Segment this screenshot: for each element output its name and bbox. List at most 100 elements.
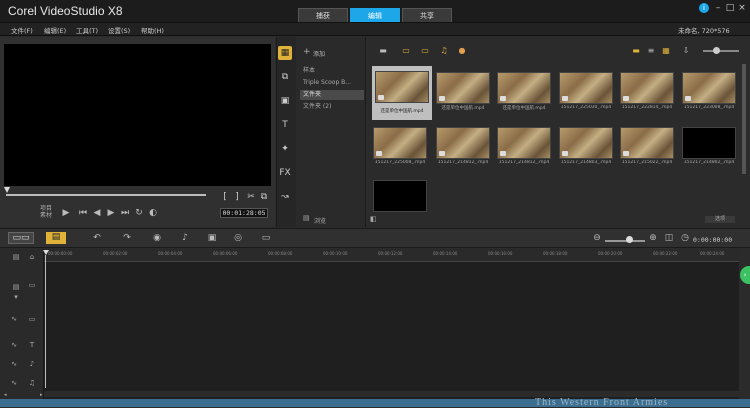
end-icon[interactable]: ⏭ [119,208,131,218]
timeline-zoom-slider[interactable] [605,240,645,242]
timeline-tracks[interactable] [44,262,739,399]
media-thumbnail[interactable]: 还是单位中国航.mp4 [497,72,551,112]
photo-filter-icon[interactable]: ▭ [419,46,431,56]
maximize-icon[interactable]: □ [724,3,736,13]
next-icon[interactable]: ▶ [105,208,117,218]
mode-project-label[interactable]: 项目 [40,205,52,212]
track-visible-icon[interactable]: ∿ [8,315,20,323]
media-thumbnail[interactable]: 151217_225030_.mp4 [559,72,613,112]
media-thumbnail[interactable]: 151217_214803_.mp4 [559,127,613,167]
track-visible-icon[interactable]: ▤ [10,283,22,291]
folder-item[interactable]: Triple Scoop B... [300,78,364,88]
player-timecode[interactable]: 00:01:28:05 [220,208,268,218]
options-button[interactable]: 选项 [705,216,735,223]
media-thumbnail[interactable]: 还是单位中国航.mp4 [436,72,490,112]
previous-icon[interactable]: ◀ [91,208,103,218]
browse-label[interactable]: 浏览 [314,216,326,225]
media-thumbnail[interactable]: 151217_214812_.mp4 [436,127,490,167]
volume-icon[interactable]: ◐ [147,208,159,218]
graphic-icon[interactable]: ✦ [278,142,292,156]
motion-tracking-icon[interactable]: ◎ [231,233,245,243]
media-thumbnail[interactable]: 151217_225008_.mp4 [373,127,427,167]
media-icon[interactable]: ▦ [278,46,292,60]
video-filter-icon[interactable]: ▭ [400,46,412,56]
add-icon[interactable]: + [303,47,311,57]
menu-tools[interactable]: 工具(T) [76,25,98,35]
minimize-icon[interactable]: – [712,3,724,13]
home-icon[interactable]: ⏮ [77,208,89,218]
tab-share[interactable]: 共享 [402,8,452,22]
split-icon[interactable]: ✂ [246,192,256,202]
details-view-icon[interactable]: ≡ [645,46,657,56]
playhead[interactable] [43,250,49,255]
timeline-zoom-handle[interactable] [626,236,633,243]
track-manager-icon[interactable]: ▤ [10,253,22,261]
track-visible-icon[interactable]: ∿ [8,379,20,387]
scroll-right-icon[interactable]: ▸ [40,392,43,398]
sort-icon[interactable]: ● [456,46,468,56]
player-mode[interactable]: 项目 素材 [40,205,52,219]
chapter-icon[interactable]: ⌂ [26,253,38,261]
tab-edit[interactable]: 编辑 [350,8,400,22]
redo-icon[interactable]: ↷ [120,233,134,243]
repeat-icon[interactable]: ↻ [133,208,145,218]
media-scrollbar[interactable] [742,64,746,174]
title-icon[interactable]: T [278,118,292,132]
media-thumbnail[interactable]: 151217_214802_.mp4 [682,127,736,167]
scrubber-bar[interactable] [6,194,206,196]
track-visible-icon[interactable]: ∿ [8,360,20,368]
browse-icon[interactable]: ▤ [303,214,310,222]
folder-item[interactable]: 样本 [300,66,364,76]
mark-out-icon[interactable]: ] [232,192,242,202]
audio-filter-icon[interactable]: ♫ [438,46,450,56]
play-icon[interactable]: ▶ [60,208,72,218]
menu-file[interactable]: 文件(F) [11,25,33,35]
import-icon[interactable]: ⇩ [680,46,692,56]
mark-in-icon[interactable]: [ [220,192,230,202]
record-capture-icon[interactable]: ◉ [150,233,164,243]
thumbnail-size-slider[interactable] [703,50,739,52]
menu-edit[interactable]: 编辑(E) [44,25,66,35]
folder-item-selected[interactable]: 文件夹 [300,90,364,100]
fit-project-icon[interactable]: ◫ [662,233,676,243]
media-thumbnail[interactable]: 151217_215022_.mp4 [620,127,674,167]
zoom-in-icon[interactable]: ⊕ [646,233,660,243]
storyboard-view-icon[interactable]: ▤ [46,232,66,244]
menu-settings[interactable]: 设置(S) [108,25,130,35]
add-folder-label[interactable]: 添加 [313,49,325,58]
track-visible-icon[interactable]: ∿ [8,341,20,349]
menu-help[interactable]: 帮助(H) [141,25,164,35]
filter-icon[interactable]: FX [278,166,292,180]
undo-icon[interactable]: ↶ [90,233,104,243]
transition-icon[interactable]: ▣ [278,94,292,108]
zoom-out-icon[interactable]: ⊖ [590,233,604,243]
subtitle-editor-icon[interactable]: ▭ [259,233,273,243]
scrubber-handle[interactable] [4,187,10,193]
media-thumbnail[interactable]: 151217_223008_.mp4 [682,72,736,112]
scroll-left-icon[interactable]: ◂ [4,392,7,398]
thumbnail-size-handle[interactable] [713,47,720,54]
auto-music-icon[interactable]: ▣ [205,233,219,243]
folder-item[interactable]: 文件夹 (2) [300,102,364,112]
media-thumbnail[interactable]: 151217_222814_.mp4 [620,72,674,112]
timeline-timecode[interactable]: 0:00:00:00 [693,236,732,244]
media-settings-icon[interactable]: ◧ [370,215,377,223]
thumbnail-view-icon[interactable]: ▦ [660,46,672,56]
media-thumbnail[interactable] [373,180,427,220]
timeline-view-icon[interactable]: ▭▭ [8,232,34,244]
tab-capture[interactable]: 捕获 [298,8,348,22]
sound-mixer-icon[interactable]: ♪ [178,233,192,243]
folder-icon[interactable]: ▬ [377,46,389,56]
instant-project-icon[interactable]: ⧉ [278,70,292,84]
mode-clip-label[interactable]: 素材 [40,212,52,219]
track-expand-icon[interactable]: ▾ [10,293,22,301]
media-thumbnail[interactable]: 151217_214812_.mp4 [497,127,551,167]
list-view-icon[interactable]: ▬ [630,46,642,56]
enlarge-icon[interactable]: ⧉ [259,192,269,202]
media-thumbnail[interactable]: 还是单位中国航.mp4 [372,66,432,120]
close-icon[interactable]: × [736,3,748,13]
expand-panel-button[interactable]: › [740,266,750,284]
info-icon[interactable]: i [699,3,709,13]
preview-window[interactable] [4,44,271,186]
path-icon[interactable]: ↝ [278,190,292,204]
